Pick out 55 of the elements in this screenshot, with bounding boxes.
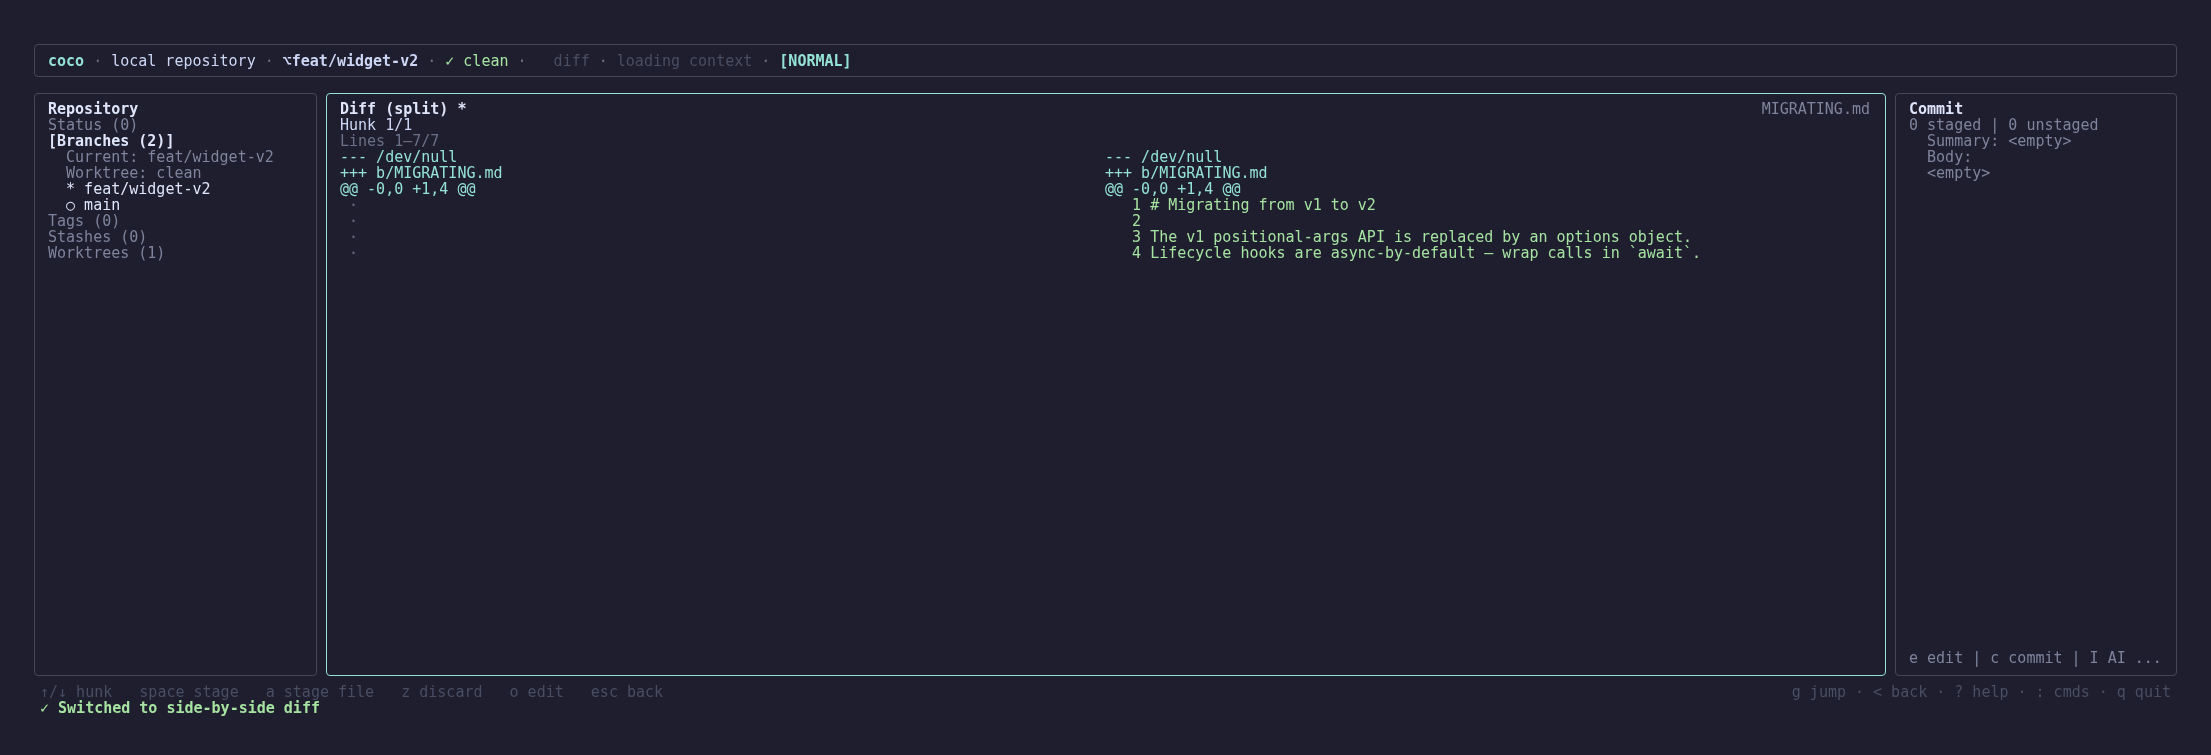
diff-header-line: --- /dev/null xyxy=(1105,149,1223,165)
key-hint: space stage xyxy=(139,684,239,700)
field-value: <empty> xyxy=(1927,165,1991,181)
sidebar-item[interactable]: Status (0) xyxy=(48,117,139,133)
separator: · xyxy=(427,52,437,69)
panel-title: Commit xyxy=(1909,101,1964,117)
sidebar-item[interactable]: [Branches (2)] xyxy=(48,133,175,149)
diff-header-line: @@ -0,0 +1,4 @@ xyxy=(340,181,476,197)
diff-header-line: +++ b/MIGRATING.md xyxy=(340,165,503,181)
hunk-indicator: Hunk 1/1 xyxy=(340,117,413,133)
file-name: MIGRATING.md xyxy=(1761,101,1870,117)
sidebar-item[interactable]: Worktrees (1) xyxy=(48,245,166,261)
panel-title: Repository xyxy=(48,101,139,117)
separator: · xyxy=(517,52,527,69)
separator: · xyxy=(598,52,608,69)
field-label: Summary: xyxy=(1927,133,2000,149)
line-number: 4 xyxy=(1131,245,1142,261)
separator: · xyxy=(93,52,103,69)
sidebar-item[interactable]: Stashes (0) xyxy=(48,229,148,245)
blank-line-marker: · xyxy=(349,245,359,261)
diff-line: # Migrating from v1 to v2 xyxy=(1150,197,1376,213)
blank-line-marker: · xyxy=(349,197,359,213)
line-number: 3 xyxy=(1131,229,1142,245)
branch-item[interactable]: ○ main xyxy=(66,197,121,213)
line-number: 2 xyxy=(1131,213,1142,229)
separator: · xyxy=(2017,684,2027,700)
separator: · xyxy=(1936,684,1946,700)
worktree-status: ✓ clean xyxy=(445,52,509,69)
shortcut-hints: e edit | c commit | I AI ... xyxy=(1909,650,2162,666)
separator: · xyxy=(761,52,771,69)
line-range: Lines 1–7/7 xyxy=(340,133,440,149)
blank-line-marker: · xyxy=(349,229,359,245)
branch-info: Current: feat/widget-v2 xyxy=(66,149,274,165)
mode-indicator: [NORMAL] xyxy=(779,52,852,69)
status-message: ✓ Switched to side-by-side diff xyxy=(40,700,320,716)
repository-label: local repository xyxy=(111,52,256,69)
field-value: <empty> xyxy=(2008,133,2072,149)
branch-name: ⌥feat/widget-v2 xyxy=(282,52,419,69)
branch-info: Worktree: clean xyxy=(66,165,202,181)
app-name: coco xyxy=(48,52,85,69)
branch-item[interactable]: * feat/widget-v2 xyxy=(66,181,211,197)
separator: · xyxy=(1855,684,1865,700)
diff-line: The v1 positional-args API is replaced by an options object. xyxy=(1150,229,1692,245)
diff-header-line: +++ b/MIGRATING.md xyxy=(1105,165,1268,181)
field-label: Body: xyxy=(1927,149,1973,165)
diff-header-line: --- /dev/null xyxy=(340,149,458,165)
diff-line: Lifecycle hooks are async-by-default — wrap calls in `await`. xyxy=(1150,245,1701,261)
separator: · xyxy=(2098,684,2108,700)
staging-counts: 0 staged | 0 unstaged xyxy=(1909,117,2099,133)
diff-header-line: @@ -0,0 +1,4 @@ xyxy=(1105,181,1241,197)
line-number: 1 xyxy=(1131,197,1142,213)
panel-title: Diff (split) * xyxy=(340,101,467,117)
blank-line-marker: · xyxy=(349,213,359,229)
separator: · xyxy=(264,52,274,69)
sidebar-item[interactable]: Tags (0) xyxy=(48,213,121,229)
